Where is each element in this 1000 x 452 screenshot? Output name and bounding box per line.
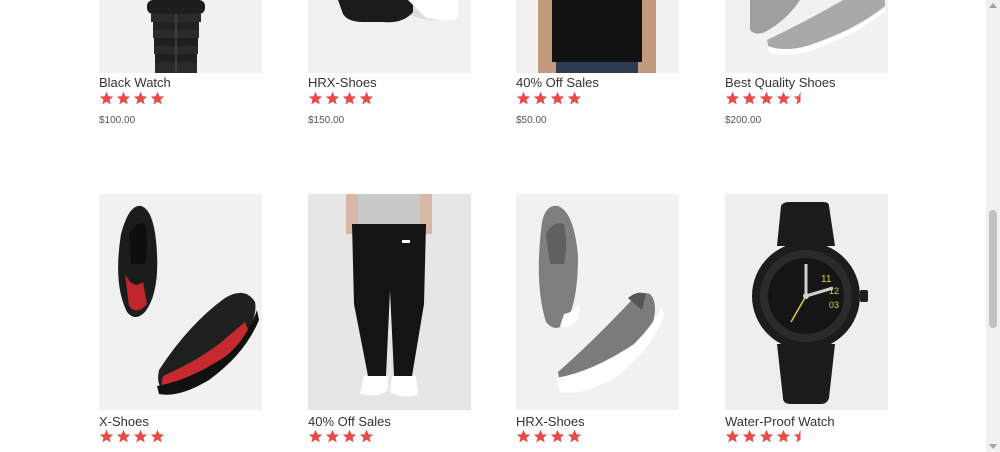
rating-stars [308, 91, 374, 107]
rating-stars [99, 91, 165, 107]
scroll-up-arrow-icon[interactable] [989, 3, 997, 8]
star-icon [325, 91, 340, 105]
star-icon [516, 429, 531, 443]
star-icon [550, 91, 565, 105]
sport-shoes-icon [99, 194, 262, 410]
wrist-watch-icon: 11 12 03 [725, 194, 888, 410]
star-icon [759, 91, 774, 105]
socks-icon [308, 0, 471, 73]
star-icon [567, 429, 582, 443]
star-icon [533, 429, 548, 443]
rating-stars [308, 429, 374, 445]
star-icon [116, 429, 131, 443]
product-image[interactable] [99, 194, 262, 410]
watch-bracelet-icon [99, 0, 262, 73]
star-icon [150, 429, 165, 443]
product-title[interactable]: Best Quality Shoes [725, 75, 836, 90]
star-icon [759, 429, 774, 443]
star-icon [359, 429, 374, 443]
product-title[interactable]: X-Shoes [99, 414, 149, 429]
product-image[interactable] [725, 0, 888, 73]
star-icon [99, 429, 114, 443]
star-icon [308, 429, 323, 443]
product-title[interactable]: 40% Off Sales [308, 414, 391, 429]
star-icon [133, 91, 148, 105]
half-star-icon [793, 429, 801, 443]
product-grid: Black Watch $100.00 HRX-Shoes $150.00 40… [0, 0, 1000, 452]
product-title[interactable]: Black Watch [99, 75, 171, 90]
star-icon [133, 429, 148, 443]
star-icon [550, 429, 565, 443]
rating-stars [725, 91, 808, 107]
product-title[interactable]: HRX-Shoes [308, 75, 377, 90]
star-icon [116, 91, 131, 105]
star-icon [725, 429, 740, 443]
scroll-down-arrow-icon[interactable] [989, 444, 997, 449]
product-title[interactable]: 40% Off Sales [516, 75, 599, 90]
star-icon [516, 91, 531, 105]
svg-text:11: 11 [821, 274, 832, 285]
product-title[interactable]: Water-Proof Watch [725, 414, 835, 429]
product-image[interactable] [99, 0, 262, 73]
product-image[interactable] [516, 0, 679, 73]
product-image[interactable] [308, 194, 471, 410]
rating-stars [99, 429, 165, 445]
product-price: $150.00 [308, 115, 345, 126]
vertical-scrollbar[interactable] [986, 0, 1000, 452]
star-icon [742, 429, 757, 443]
rating-stars [516, 91, 582, 107]
product-image[interactable] [516, 194, 679, 410]
scroll-thumb[interactable] [989, 210, 997, 328]
grey-shoe-icon [725, 0, 888, 73]
product-price: $100.00 [99, 115, 136, 126]
half-star-icon [793, 91, 801, 105]
star-icon [308, 91, 323, 105]
star-icon [99, 91, 114, 105]
star-icon [359, 91, 374, 105]
joggers-icon [308, 194, 471, 410]
star-icon [776, 429, 791, 443]
star-icon [533, 91, 548, 105]
star-icon [150, 91, 165, 105]
star-icon [742, 91, 757, 105]
star-icon [567, 91, 582, 105]
star-icon [342, 429, 357, 443]
product-price: $200.00 [725, 115, 762, 126]
rating-stars [516, 429, 582, 445]
star-icon [342, 91, 357, 105]
svg-text:03: 03 [829, 300, 839, 310]
star-icon [776, 91, 791, 105]
product-title[interactable]: HRX-Shoes [516, 414, 585, 429]
product-price: $50.00 [516, 115, 547, 126]
product-image[interactable]: 11 12 03 [725, 194, 888, 410]
product-image[interactable] [308, 0, 471, 73]
slip-on-shoes-icon [516, 194, 679, 410]
star-icon [325, 429, 340, 443]
rating-stars [725, 429, 808, 445]
tshirt-icon [516, 0, 679, 73]
star-icon [725, 91, 740, 105]
svg-text:12: 12 [829, 286, 839, 296]
